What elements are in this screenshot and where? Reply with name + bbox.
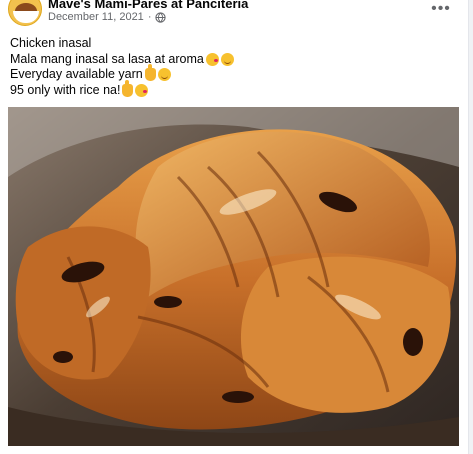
caption-line-2: Mala mang inasal sa lasa at aroma	[10, 52, 234, 68]
post-photo-chicken-inasal[interactable]	[8, 107, 459, 446]
face-blowing-kiss-emoji	[135, 83, 149, 97]
globe-icon[interactable]	[155, 11, 167, 23]
post-date-link[interactable]: December 11, 2021	[48, 11, 144, 23]
face-blowing-kiss-emoji	[205, 52, 219, 66]
smiling-face-emoji	[220, 52, 234, 66]
avatar-bowl-graphic	[13, 11, 39, 23]
caption-line-4: 95 only with rice na!	[10, 79, 234, 99]
caption-text: Mala mang inasal sa lasa at aroma	[10, 51, 204, 66]
caption-text: 95 only with rice na!	[10, 82, 121, 97]
thumbs-up-emoji	[144, 64, 156, 82]
smiling-face-emoji	[157, 68, 171, 82]
post-caption: Chicken inasal Mala mang inasal sa lasa …	[10, 36, 234, 98]
caption-line-3: Everyday available yarn	[10, 64, 234, 83]
post-meta: December 11, 2021 ·	[48, 11, 167, 23]
chicken-photo-illustration	[8, 107, 459, 446]
caption-text: Everyday available yarn	[10, 67, 143, 81]
facebook-post-card: Mave's Mami-Pares at Panciteria December…	[0, 0, 469, 454]
page-name-link[interactable]: Mave's Mami-Pares at Panciteria	[48, 0, 248, 11]
caption-text: Chicken inasal	[10, 36, 92, 50]
page-avatar[interactable]	[8, 0, 42, 26]
caption-line-1: Chicken inasal	[10, 36, 234, 52]
meta-separator: ·	[147, 11, 152, 23]
more-options-button[interactable]: •••	[426, 0, 456, 20]
thumbs-up-emoji	[122, 79, 134, 97]
